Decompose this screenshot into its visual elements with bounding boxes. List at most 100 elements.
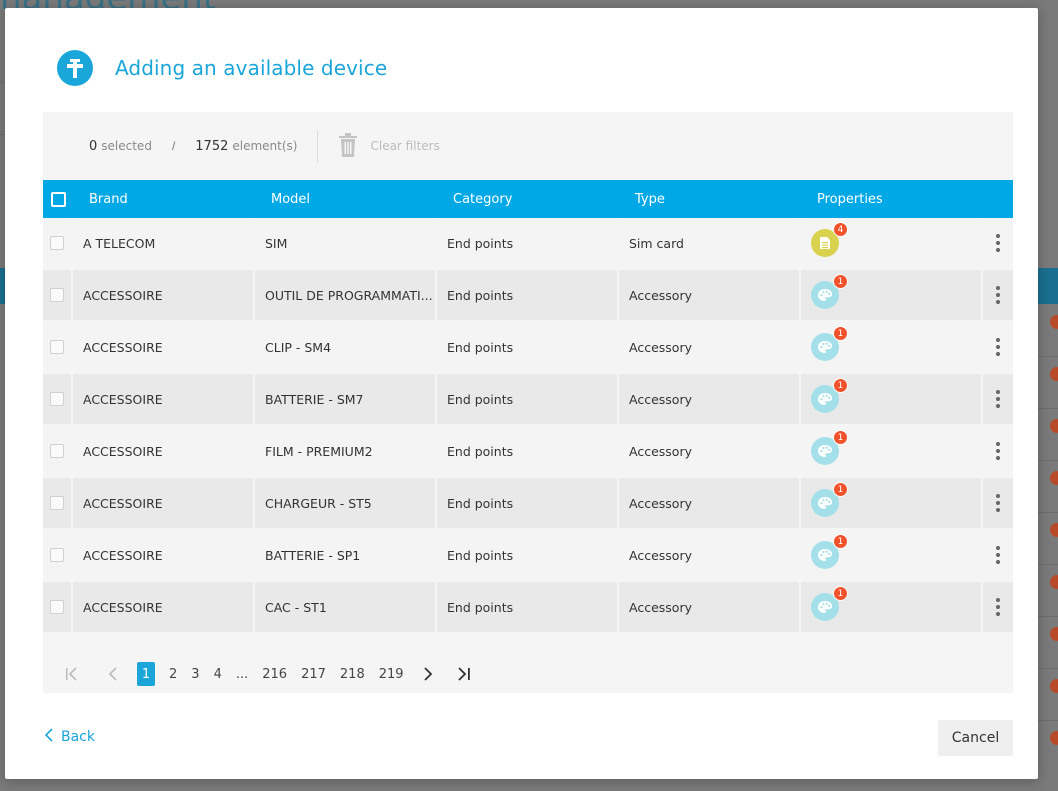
cell-category: End points	[437, 218, 617, 268]
background-badge	[1050, 575, 1058, 589]
table-row[interactable]: ACCESSOIRE CAC - ST1 End points Accessor…	[43, 582, 1013, 634]
palette-icon[interactable]: 1	[811, 586, 848, 621]
clear-filters-label: Clear filters	[370, 139, 440, 153]
table-row[interactable]: ACCESSOIRE OUTIL DE PROGRAMMATI... End p…	[43, 270, 1013, 322]
cell-properties: 1	[801, 374, 981, 424]
column-header-model[interactable]: Model	[255, 180, 437, 218]
background-badge	[1050, 731, 1058, 745]
trash-icon	[338, 132, 358, 160]
row-checkbox[interactable]	[50, 600, 64, 614]
select-all-checkbox[interactable]	[50, 191, 66, 207]
more-vertical-icon	[996, 338, 1000, 356]
row-menu-button[interactable]	[983, 218, 1013, 268]
cell-model: CAC - ST1	[255, 582, 435, 632]
more-vertical-icon	[996, 442, 1000, 460]
page-217[interactable]: 217	[301, 667, 326, 682]
property-count-badge: 1	[833, 378, 848, 393]
property-count-badge: 1	[833, 430, 848, 445]
table-row[interactable]: ACCESSOIRE FILM - PREMIUM2 End points Ac…	[43, 426, 1013, 478]
cancel-button[interactable]: Cancel	[938, 720, 1013, 756]
element-count: 1752	[195, 138, 229, 154]
cell-properties: 1	[801, 478, 981, 528]
count-separator: /	[171, 139, 176, 153]
cell-model: BATTERIE - SM7	[255, 374, 435, 424]
selected-count: 0	[89, 138, 98, 154]
more-vertical-icon	[996, 286, 1000, 304]
column-header-brand[interactable]: Brand	[73, 180, 255, 218]
row-menu-button[interactable]	[983, 582, 1013, 632]
row-checkbox[interactable]	[50, 496, 64, 510]
background-badge	[1050, 315, 1058, 329]
page-216[interactable]: 216	[262, 667, 287, 682]
last-page-icon	[457, 667, 470, 681]
page-218[interactable]: 218	[340, 667, 365, 682]
row-menu-button[interactable]	[983, 530, 1013, 580]
row-menu-button[interactable]	[983, 426, 1013, 476]
cell-brand: ACCESSOIRE	[73, 530, 253, 580]
cell-properties: 1	[801, 582, 981, 632]
page-1[interactable]: 1	[137, 662, 155, 686]
add-device-icon	[57, 50, 93, 86]
property-count-badge: 4	[833, 222, 848, 237]
palette-icon[interactable]: 1	[811, 378, 848, 413]
table-row[interactable]: ACCESSOIRE CHARGEUR - ST5 End points Acc…	[43, 478, 1013, 530]
row-menu-button[interactable]	[983, 478, 1013, 528]
cell-type: Accessory	[619, 530, 799, 580]
table-row[interactable]: A TELECOM SIM End points Sim card 4	[43, 218, 1013, 270]
table-row[interactable]: ACCESSOIRE BATTERIE - SP1 End points Acc…	[43, 530, 1013, 582]
row-checkbox[interactable]	[50, 288, 64, 302]
palette-icon[interactable]: 1	[811, 482, 848, 517]
property-count-badge: 1	[833, 482, 848, 497]
row-menu-button[interactable]	[983, 374, 1013, 424]
cell-category: End points	[437, 530, 617, 580]
row-menu-button[interactable]	[983, 322, 1013, 372]
column-header-category[interactable]: Category	[437, 180, 619, 218]
row-menu-button[interactable]	[983, 270, 1013, 320]
table-row[interactable]: ACCESSOIRE CLIP - SM4 End points Accesso…	[43, 322, 1013, 374]
chevron-right-icon	[423, 667, 432, 681]
column-header-type[interactable]: Type	[619, 180, 801, 218]
cell-model: SIM	[255, 218, 435, 268]
table-row[interactable]: ACCESSOIRE BATTERIE - SM7 End points Acc…	[43, 374, 1013, 426]
first-page-button[interactable]	[63, 662, 83, 686]
chevron-left-icon	[108, 667, 117, 681]
cell-type: Accessory	[619, 374, 799, 424]
column-header-properties[interactable]: Properties	[801, 180, 983, 218]
row-checkbox[interactable]	[50, 236, 64, 250]
palette-icon[interactable]: 1	[811, 430, 848, 465]
cell-brand: ACCESSOIRE	[73, 426, 253, 476]
first-page-icon	[66, 667, 77, 681]
last-page-button[interactable]	[454, 662, 474, 686]
sim-card-icon[interactable]: 4	[811, 222, 848, 257]
page-4[interactable]: 4	[214, 667, 222, 682]
page-2[interactable]: 2	[169, 667, 177, 682]
page-3[interactable]: 3	[191, 667, 199, 682]
cell-type: Accessory	[619, 322, 799, 372]
cell-category: End points	[437, 582, 617, 632]
clear-filters-button[interactable]: Clear filters	[338, 132, 440, 160]
chevron-left-icon	[44, 728, 53, 746]
row-checkbox[interactable]	[50, 392, 64, 406]
palette-icon[interactable]: 1	[811, 326, 848, 361]
cell-category: End points	[437, 322, 617, 372]
previous-page-button[interactable]	[103, 662, 123, 686]
cell-model: FILM - PREMIUM2	[255, 426, 435, 476]
row-checkbox[interactable]	[50, 444, 64, 458]
cell-type: Sim card	[619, 218, 799, 268]
palette-icon[interactable]: 1	[811, 534, 848, 569]
background-badge	[1050, 419, 1058, 433]
property-count-badge: 1	[833, 534, 848, 549]
device-list-panel: 0 selected / 1752 element(s) Clear filte…	[43, 112, 1013, 693]
cell-brand: ACCESSOIRE	[73, 478, 253, 528]
add-device-modal: Adding an available device 0 selected / …	[5, 8, 1038, 779]
cell-properties: 1	[801, 270, 981, 320]
back-button[interactable]: Back	[44, 728, 95, 746]
back-label: Back	[61, 729, 95, 745]
modal-header: Adding an available device	[57, 48, 387, 88]
next-page-button[interactable]	[418, 662, 438, 686]
row-checkbox[interactable]	[50, 548, 64, 562]
element-label: element(s)	[232, 139, 298, 153]
palette-icon[interactable]: 1	[811, 274, 848, 309]
row-checkbox[interactable]	[50, 340, 64, 354]
page-219[interactable]: 219	[379, 667, 404, 682]
